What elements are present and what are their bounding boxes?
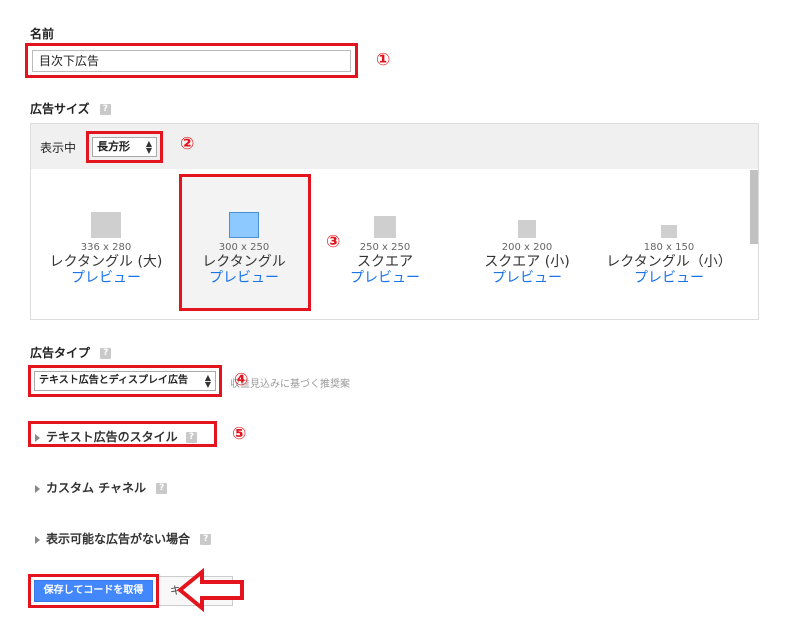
marker-4: ④: [234, 370, 249, 390]
size-label-text: 広告サイズ: [30, 102, 90, 116]
preview-link[interactable]: プレビュー: [604, 270, 734, 286]
size-dim: 200 x 200: [501, 242, 553, 253]
display-label: 表示中: [40, 141, 77, 155]
text-style-highlight: テキスト広告のスタイル ?: [28, 421, 217, 447]
expand-triangle-icon: [35, 535, 40, 544]
marker-1: ①: [376, 50, 391, 70]
no-ads-label: 表示可能な広告がない場合: [46, 532, 191, 546]
size-name: レクタングル (大): [49, 254, 163, 270]
preview-link[interactable]: プレビュー: [320, 270, 450, 286]
size-scrollbar[interactable]: [750, 170, 758, 244]
marker-5: ⑤: [232, 424, 247, 444]
size-panel: 表示中 長方形 ▲ ▼ ② ③ 336 x 280 レクタングル (大) プレビュ…: [30, 123, 759, 320]
select-arrows-icon: ▲ ▼: [145, 139, 152, 155]
custom-channel-toggle[interactable]: カスタム チャネル ?: [35, 479, 168, 496]
size-name: レクタングル: [202, 254, 286, 270]
help-icon[interactable]: ?: [200, 534, 212, 545]
preview-link[interactable]: プレビュー: [41, 270, 171, 286]
preview-link[interactable]: プレビュー: [462, 270, 592, 286]
type-select[interactable]: テキスト広告とディスプレイ広告 ▲ ▼: [34, 371, 216, 391]
display-select-value: 長方形: [97, 140, 130, 153]
size-thumbnail: [518, 220, 536, 238]
size-option-180x150[interactable]: 180 x 150 レクタングル（小） プレビュー: [604, 225, 734, 286]
save-button[interactable]: 保存してコードを取得: [34, 580, 153, 602]
size-dim: 180 x 150: [643, 242, 695, 253]
name-highlight: 目次下広告: [25, 43, 358, 78]
expand-triangle-icon: [35, 484, 40, 493]
display-select[interactable]: 長方形 ▲ ▼: [92, 137, 157, 157]
help-icon[interactable]: ?: [100, 348, 112, 359]
size-thumbnail: [91, 212, 121, 238]
size-option-336x280[interactable]: 336 x 280 レクタングル (大) プレビュー: [41, 212, 171, 286]
left-arrow-icon: [176, 568, 244, 612]
type-label-text: 広告タイプ: [30, 346, 91, 360]
custom-channel-label: カスタム チャネル: [46, 481, 147, 495]
expand-triangle-icon: [35, 433, 40, 442]
size-dim: 300 x 250: [218, 242, 270, 253]
size-thumbnail: [229, 212, 259, 238]
size-option-200x200[interactable]: 200 x 200 スクエア (小) プレビュー: [462, 220, 592, 286]
size-name: スクエア: [357, 254, 413, 270]
type-label: 広告タイプ ?: [30, 344, 112, 361]
size-option-300x250[interactable]: 300 x 250 レクタングル プレビュー: [179, 212, 309, 286]
size-label: 広告サイズ ?: [30, 100, 111, 117]
size-dim: 250 x 250: [359, 242, 411, 253]
preview-link[interactable]: プレビュー: [179, 270, 309, 286]
save-button-highlight: 保存してコードを取得: [28, 574, 159, 608]
size-name: スクエア (小): [484, 254, 570, 270]
select-arrows-icon: ▲ ▼: [204, 373, 211, 389]
size-name: レクタングル（小）: [606, 254, 732, 270]
display-select-highlight: 長方形 ▲ ▼: [86, 131, 163, 163]
text-style-label: テキスト広告のスタイル: [46, 430, 178, 444]
size-option-250x250[interactable]: 250 x 250 スクエア プレビュー: [320, 216, 450, 286]
type-select-highlight: テキスト広告とディスプレイ広告 ▲ ▼: [28, 365, 222, 397]
help-icon[interactable]: ?: [99, 104, 111, 115]
size-dim: 336 x 280: [80, 242, 132, 253]
text-style-toggle[interactable]: テキスト広告のスタイル ?: [31, 424, 214, 445]
size-thumbnail: [374, 216, 396, 238]
type-select-value: テキスト広告とディスプレイ広告: [39, 375, 188, 386]
marker-2: ②: [180, 134, 195, 154]
no-ads-toggle[interactable]: 表示可能な広告がない場合 ?: [35, 530, 212, 547]
help-icon[interactable]: ?: [185, 432, 197, 443]
help-icon[interactable]: ?: [156, 483, 168, 494]
size-thumbnail: [661, 225, 677, 238]
name-label: 名前: [30, 27, 55, 41]
name-input[interactable]: 目次下広告: [32, 50, 351, 72]
